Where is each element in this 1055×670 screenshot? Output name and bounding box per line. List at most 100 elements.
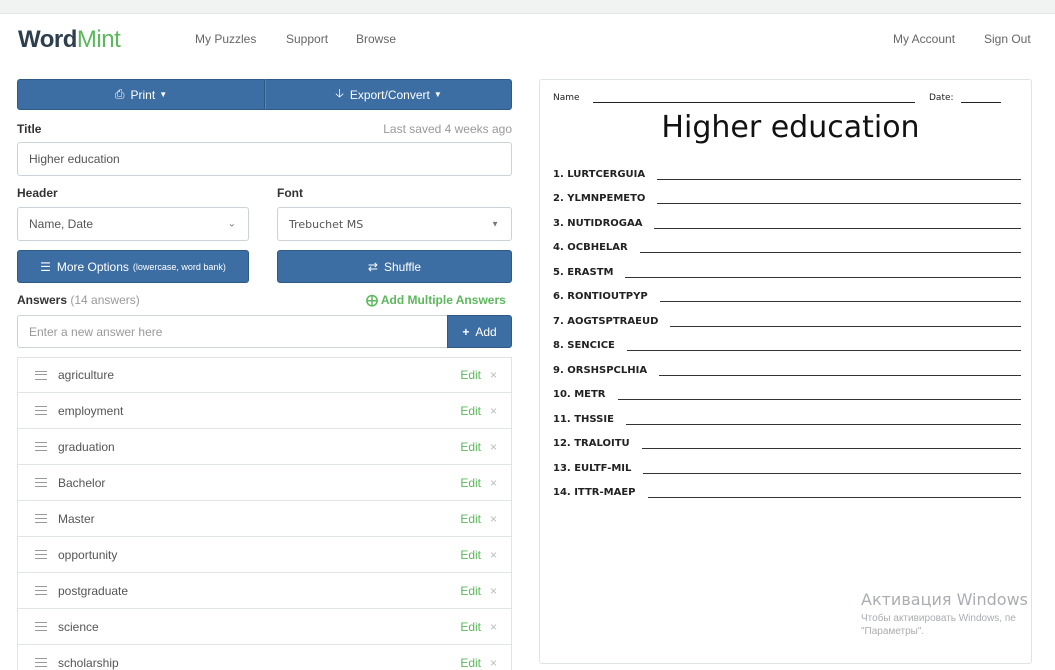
preview-item: 11. THSSIE — [553, 403, 1021, 428]
close-icon[interactable]: × — [490, 620, 497, 634]
preview-name-line — [593, 102, 915, 103]
answers-heading: Answers (14 answers) — [17, 293, 140, 307]
edit-link[interactable]: Edit — [460, 368, 481, 382]
nav-my-puzzles[interactable]: My Puzzles — [195, 32, 256, 46]
answer-line — [641, 448, 1021, 449]
list-item[interactable]: Bachelor Edit × — [17, 465, 512, 501]
close-icon[interactable]: × — [490, 548, 497, 562]
title-label: Title — [17, 122, 42, 136]
title-input-value: Higher education — [29, 152, 120, 166]
edit-link[interactable]: Edit — [460, 620, 481, 634]
print-button[interactable]: ⎙ Print ▼ — [17, 79, 265, 110]
shuffle-button[interactable]: ⇄ Shuffle — [277, 250, 512, 283]
print-caret-icon: ▼ — [159, 90, 168, 99]
list-item[interactable]: Master Edit × — [17, 501, 512, 537]
edit-link[interactable]: Edit — [460, 548, 481, 562]
caret-down-icon: ▼ — [491, 219, 499, 229]
answers-list: agriculture Edit × employment Edit × graduat… — [17, 357, 512, 670]
scrambled-word: 1. LURTCERGUIA — [553, 168, 646, 180]
title-input[interactable]: Higher education — [17, 142, 512, 176]
drag-handle-icon[interactable] — [35, 658, 47, 667]
answer-text: Master — [58, 511, 95, 526]
edit-link[interactable]: Edit — [460, 584, 481, 598]
list-item[interactable]: graduation Edit × — [17, 429, 512, 465]
header-select-value: Name, Date — [29, 217, 94, 231]
watermark-line: Чтобы активировать Windows, пе — [861, 613, 1016, 624]
export-caret-icon: ▼ — [433, 90, 442, 99]
list-item[interactable]: postgraduate Edit × — [17, 573, 512, 609]
nav-sign-out[interactable]: Sign Out — [984, 32, 1031, 46]
close-icon[interactable]: × — [490, 512, 497, 526]
plus-circle-icon: ⨁ — [366, 293, 378, 307]
preview-item: 13. EULTF-MIL — [553, 452, 1021, 477]
answer-text: employment — [58, 403, 124, 418]
scrambled-word: 8. SENCICE — [553, 340, 615, 351]
answer-text: postgraduate — [58, 583, 129, 598]
more-options-button[interactable]: ☰ More Options (lowercase, word bank) — [17, 250, 249, 283]
preview-name-label: Name — [553, 93, 580, 103]
header-label: Header — [17, 186, 58, 200]
list-item[interactable]: opportunity Edit × — [17, 537, 512, 573]
preview-item: 12. TRALOITU — [553, 428, 1021, 453]
answer-line — [657, 178, 1021, 180]
list-item[interactable]: scholarship Edit × — [17, 645, 512, 670]
close-icon[interactable]: × — [490, 440, 497, 454]
drag-handle-icon[interactable] — [35, 550, 47, 559]
scrambled-word: 2. YLMNPEMETO — [553, 193, 646, 204]
list-item[interactable]: agriculture Edit × — [17, 357, 512, 393]
preview-item: 14. ITTR-MAEP — [553, 477, 1021, 502]
edit-link[interactable]: Edit — [460, 656, 481, 670]
answer-line — [659, 374, 1021, 376]
scrambled-word: 14. ITTR-MAEP — [553, 487, 636, 498]
preview-item: 9. ORSHSPCLHIA — [553, 354, 1021, 379]
windows-activation-watermark: Активация Windows Чтобы активировать Win… — [861, 590, 1028, 637]
drag-handle-icon[interactable] — [35, 586, 47, 595]
close-icon[interactable]: × — [490, 368, 497, 382]
list-item[interactable]: science Edit × — [17, 609, 512, 645]
nav-support[interactable]: Support — [286, 32, 328, 46]
drag-handle-icon[interactable] — [35, 622, 47, 631]
preview-item: 7. AOGTSPTRAEUD — [553, 305, 1021, 330]
drag-handle-icon[interactable] — [35, 478, 47, 487]
answer-line — [654, 227, 1021, 229]
preview-word-list: 1. LURTCERGUIA 2. YLMNPEMETO 3. NUTIDROG… — [553, 158, 1021, 501]
nav-my-account[interactable]: My Account — [893, 32, 955, 46]
browser-top-strip — [0, 0, 1055, 14]
close-icon[interactable]: × — [490, 404, 497, 418]
answer-line — [617, 399, 1021, 400]
header-select[interactable]: Name, Date ⌄ — [17, 207, 249, 241]
close-icon[interactable]: × — [490, 584, 497, 598]
export-button[interactable]: 🡣 Export/Convert ▼ — [265, 79, 512, 110]
more-options-hint: (lowercase, word bank) — [132, 261, 226, 272]
answers-count: (14 answers) — [70, 293, 140, 307]
add-label: Add — [475, 324, 497, 339]
preview-date-label: Date: — [929, 93, 954, 103]
edit-link[interactable]: Edit — [460, 440, 481, 454]
drag-handle-icon[interactable] — [35, 370, 47, 380]
scrambled-word: 11. THSSIE — [553, 413, 614, 425]
list-item[interactable]: employment Edit × — [17, 393, 512, 429]
more-options-label: More Options — [56, 259, 129, 274]
new-answer-input[interactable]: Enter a new answer here — [17, 315, 448, 348]
watermark-title: Активация Windows — [861, 590, 1028, 609]
sliders-icon: ☰ — [40, 259, 51, 274]
wordmint-logo[interactable]: WordMint — [18, 26, 121, 54]
edit-link[interactable]: Edit — [460, 404, 481, 418]
answer-line — [626, 350, 1021, 351]
edit-link[interactable]: Edit — [460, 512, 481, 526]
print-label: Print — [130, 87, 156, 102]
answer-line — [625, 423, 1021, 425]
add-answer-button[interactable]: + Add — [447, 315, 512, 348]
close-icon[interactable]: × — [490, 656, 497, 670]
navbar: WordMint My Puzzles Support Browse My Ac… — [0, 14, 1055, 64]
close-icon[interactable]: × — [490, 476, 497, 490]
drag-handle-icon[interactable] — [35, 442, 47, 451]
preview-title: Higher education — [661, 110, 920, 145]
drag-handle-icon[interactable] — [35, 406, 47, 415]
font-select[interactable]: Trebuchet MS ▼ — [277, 207, 512, 241]
answer-text: opportunity — [58, 547, 118, 562]
add-multiple-answers-link[interactable]: ⨁ Add Multiple Answers — [366, 293, 506, 307]
drag-handle-icon[interactable] — [35, 514, 47, 523]
nav-browse[interactable]: Browse — [356, 32, 396, 46]
edit-link[interactable]: Edit — [460, 476, 481, 490]
